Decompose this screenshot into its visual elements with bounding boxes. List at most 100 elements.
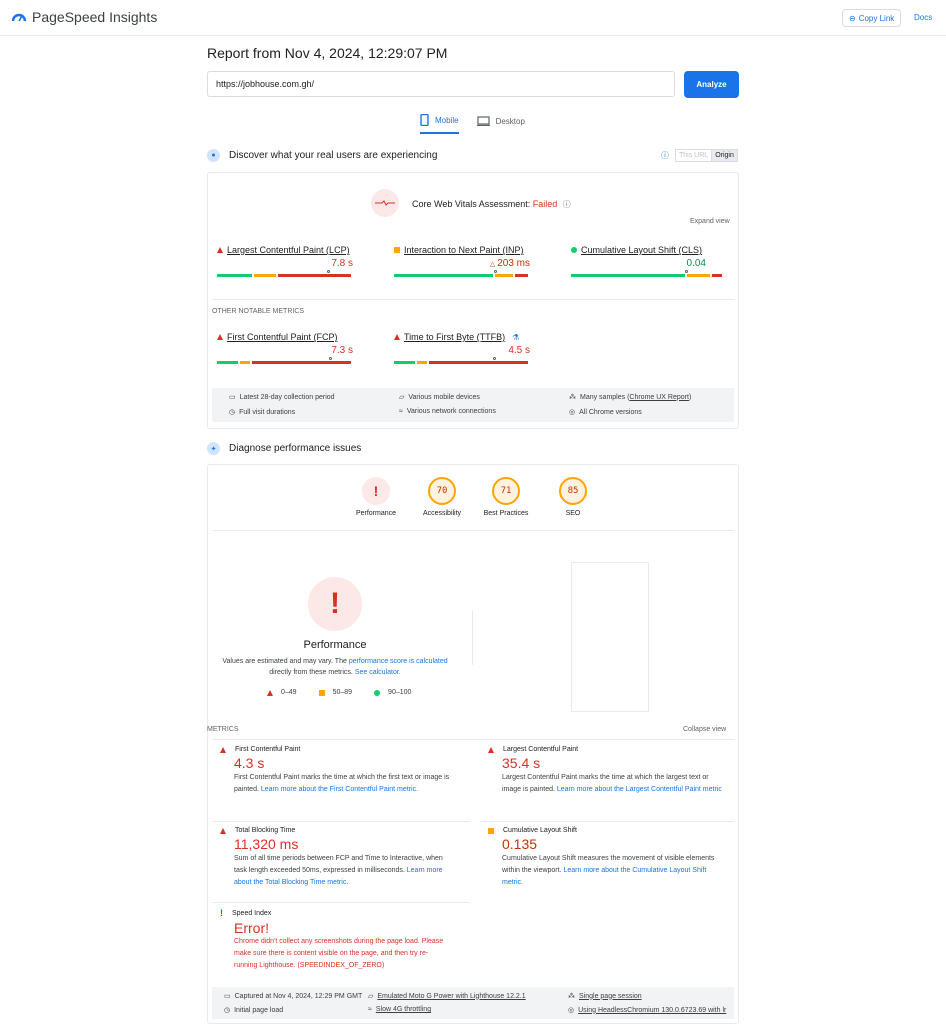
info-visit-durations: ◷ Full visit durations (229, 408, 296, 417)
score-gauge[interactable]: 85 SEO (537, 477, 609, 517)
field-metric: Interaction to Next Paint (INP) △ 203 ms (394, 245, 558, 277)
info-text: Various mobile devices (408, 393, 480, 401)
samples-icon: ⁂ (569, 394, 576, 401)
distribution-segment (253, 274, 277, 277)
info-text: All Chrome versions (579, 408, 642, 416)
info-session[interactable]: ⁂ Single page session (568, 992, 642, 1001)
cwv-status: Failed (532, 199, 558, 209)
distribution-segment (571, 274, 686, 277)
divider (212, 739, 734, 740)
samples-icon: ⁂ (568, 993, 575, 1000)
origin-toggle[interactable]: Origin (711, 150, 737, 161)
info-text: ) (688, 393, 692, 401)
divider (472, 610, 473, 665)
score-value: 71 (500, 486, 512, 496)
field-metric: Cumulative Layout Shift (CLS) 0.04 (571, 245, 734, 277)
devices-icon: ▱ (399, 394, 405, 401)
percentile-marker (685, 270, 689, 273)
tab-desktop[interactable]: Desktop (476, 114, 525, 134)
score-gauge[interactable]: 70 Accessibility (406, 477, 478, 517)
metric-value: △ 203 ms (394, 258, 558, 269)
info-throttling[interactable]: ≈ Slow 4G throttling (368, 1006, 431, 1013)
fail-triangle-icon (488, 746, 494, 753)
fail-triangle-icon (217, 334, 223, 340)
metric-value: 7.3 s (217, 345, 381, 356)
report-title: Report from Nov 4, 2024, 12:29:07 PM (207, 45, 448, 61)
metric-name-row[interactable]: Time to First Byte (TTFB) ⚗ (394, 332, 558, 342)
see-calculator-link[interactable]: See calculator. (355, 669, 401, 676)
metric-head: ! Speed Index (220, 908, 450, 918)
metric-desc: Cumulative Layout Shift measures the mov… (502, 853, 726, 889)
score-label: Best Practices (483, 510, 529, 517)
distribution-segment (252, 361, 351, 364)
learn-more-link[interactable]: Learn more about the First Contentful Pa… (261, 786, 418, 793)
metric-name-row[interactable]: Cumulative Layout Shift (CLS) (571, 245, 734, 255)
collapse-view-button[interactable]: Collapse view (683, 726, 726, 733)
legend-label: 90–100 (388, 689, 412, 696)
score-gauge[interactable]: 71 Best Practices (470, 477, 542, 517)
metric-name-row[interactable]: Interaction to Next Paint (INP) (394, 245, 558, 255)
pass-circle-icon (571, 247, 577, 253)
info-emulated[interactable]: ▱ Emulated Moto G Power with Lighthouse 1… (368, 992, 526, 1001)
metric-name: Total Blocking Time (235, 827, 296, 834)
app-title: PageSpeed Insights (32, 9, 158, 25)
metrics-label: METRICS (207, 726, 239, 733)
divider (212, 902, 470, 903)
lab-data-heading: ✦ Diagnose performance issues (207, 442, 361, 455)
score-legend: 0–49 50–89 90–100 (267, 689, 411, 696)
info-browser[interactable]: ◎ Using HeadlessChromium 130.0.6723.69 wi… (568, 1006, 730, 1015)
lab-metric: First Contentful Paint 4.3 s First Content… (220, 746, 450, 796)
final-screenshot[interactable] (571, 562, 649, 712)
score-circle: 70 (428, 477, 456, 505)
metric-value: 4.5 s (394, 345, 558, 356)
timer-icon: ◷ (224, 1007, 231, 1014)
distribution-segment (711, 274, 722, 277)
info-samples: ⁂ Many samples (Chrome UX Report) (569, 393, 692, 402)
field-metric: Time to First Byte (TTFB) ⚗ 4.5 s (394, 332, 558, 364)
metric-value: 7.8 s (217, 258, 381, 269)
this-url-toggle[interactable]: This URL (676, 150, 711, 161)
metric-name-row[interactable]: Largest Contentful Paint (LCP) (217, 245, 381, 255)
help-icon[interactable]: ⓘ (563, 200, 571, 209)
info-icon[interactable]: ⓘ (661, 150, 669, 161)
score-circle: 71 (492, 477, 520, 505)
distribution-segment (217, 361, 239, 364)
field-data-heading: ● Discover what your real users are expe… (207, 149, 437, 162)
metric-head: Largest Contentful Paint (488, 746, 726, 753)
info-captured: ▭ Captured at Nov 4, 2024, 12:29 PM GMT (224, 992, 362, 1001)
copy-link-button[interactable]: ⊖ Copy Link (842, 9, 902, 27)
info-text: Full visit durations (239, 408, 296, 416)
info-text: Single page session (579, 992, 642, 1000)
lab-metric: Largest Contentful Paint 35.4 s Largest Co… (488, 746, 726, 796)
legend-pass: 90–100 (374, 689, 411, 696)
crux-report-link[interactable]: Chrome UX Report (629, 394, 689, 401)
analyze-button[interactable]: Analyze (684, 71, 739, 98)
distribution-segment (394, 274, 493, 277)
fail-triangle-icon (267, 689, 273, 696)
metric-value-text: 0.04 (686, 258, 706, 269)
field-data-title: Discover what your real users are experi… (229, 150, 438, 161)
chrome-icon: ◎ (569, 409, 576, 416)
lab-info-box: ▭ Captured at Nov 4, 2024, 12:29 PM GMT ▱… (212, 987, 734, 1019)
distribution-bar (217, 357, 381, 364)
expand-view-button[interactable]: Expand view (690, 218, 730, 225)
tab-mobile[interactable]: Mobile (420, 114, 459, 134)
legend-label: 50–89 (332, 689, 353, 696)
legend-fail: 0–49 (267, 689, 297, 696)
score-calculated-link[interactable]: performance score is calculated (349, 658, 448, 665)
error-icon: ! (220, 908, 223, 918)
url-input[interactable] (207, 71, 675, 97)
logo[interactable]: PageSpeed Insights (12, 9, 157, 25)
percentile-marker (492, 357, 496, 360)
metric-desc: First Contentful Paint marks the time at… (234, 772, 450, 796)
tab-desktop-label: Desktop (495, 116, 525, 126)
metric-name-row[interactable]: First Contentful Paint (FCP) (217, 332, 381, 342)
info-text: Latest 28-day collection period (239, 393, 335, 401)
metric-name: Cumulative Layout Shift (503, 827, 577, 834)
docs-link[interactable]: Docs (914, 13, 932, 22)
metric-value-text: 7.8 s (331, 258, 353, 269)
learn-more-link[interactable]: Learn more about the Largest Contentful … (557, 786, 722, 793)
score-gauge[interactable]: ! Performance (340, 477, 412, 517)
score-label: Performance (355, 510, 397, 517)
metric-error-desc: Chrome didn't collect any screenshots du… (234, 938, 444, 969)
